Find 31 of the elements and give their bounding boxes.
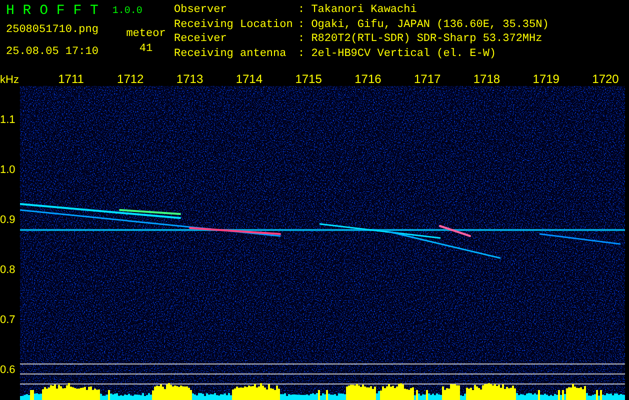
info-label: Receiving Location [174,18,294,32]
app-title: H R O F F T [6,4,98,18]
x-axis-label: 1716 [354,72,382,86]
meteor-count: 41 [139,43,153,55]
unit-label: kHz [0,74,19,86]
y-axis-label: 0.8 [0,263,16,277]
version-label: 1.0.0 [112,6,142,18]
meteor-label: meteor [126,28,166,40]
x-axis-label: 1715 [294,72,323,86]
y-axis-label: 0.6 [0,363,16,377]
x-axis-label: 1713 [175,72,204,86]
x-axis-label: 1711 [57,72,85,86]
x-axis-label: 1719 [532,72,560,86]
x-axis-label: 1712 [116,72,145,86]
y-axis-label: 1.1 [0,113,16,127]
x-axis-label: 1717 [412,72,442,86]
info-value: : R820T2(RTL-SDR) SDR-Sharp 53.372MHz [298,33,544,47]
info-label: Receiving antenna [174,48,288,62]
y-axis-label: 1.0 [0,163,16,177]
info-label: Receiver [174,33,228,47]
x-axis-label: 1718 [472,72,502,86]
info-value: : Takanori Kawachi [298,4,418,18]
y-axis-label: 0.9 [0,213,16,227]
x-axis-label: 1714 [234,72,264,86]
y-axis-label: 0.7 [0,313,16,327]
filename-label: 2508051710.png [6,24,100,36]
x-axis-label: 1720 [591,72,620,86]
info-label: Observer [174,4,228,18]
info-value: : 2el-HB9CV Vertical (el. E-W) [298,48,498,62]
info-value: : Ogaki, Gifu, JAPAN (136.60E, 35.35N) [298,18,549,32]
datetime-label: 25.08.05 17:10 [6,46,100,58]
